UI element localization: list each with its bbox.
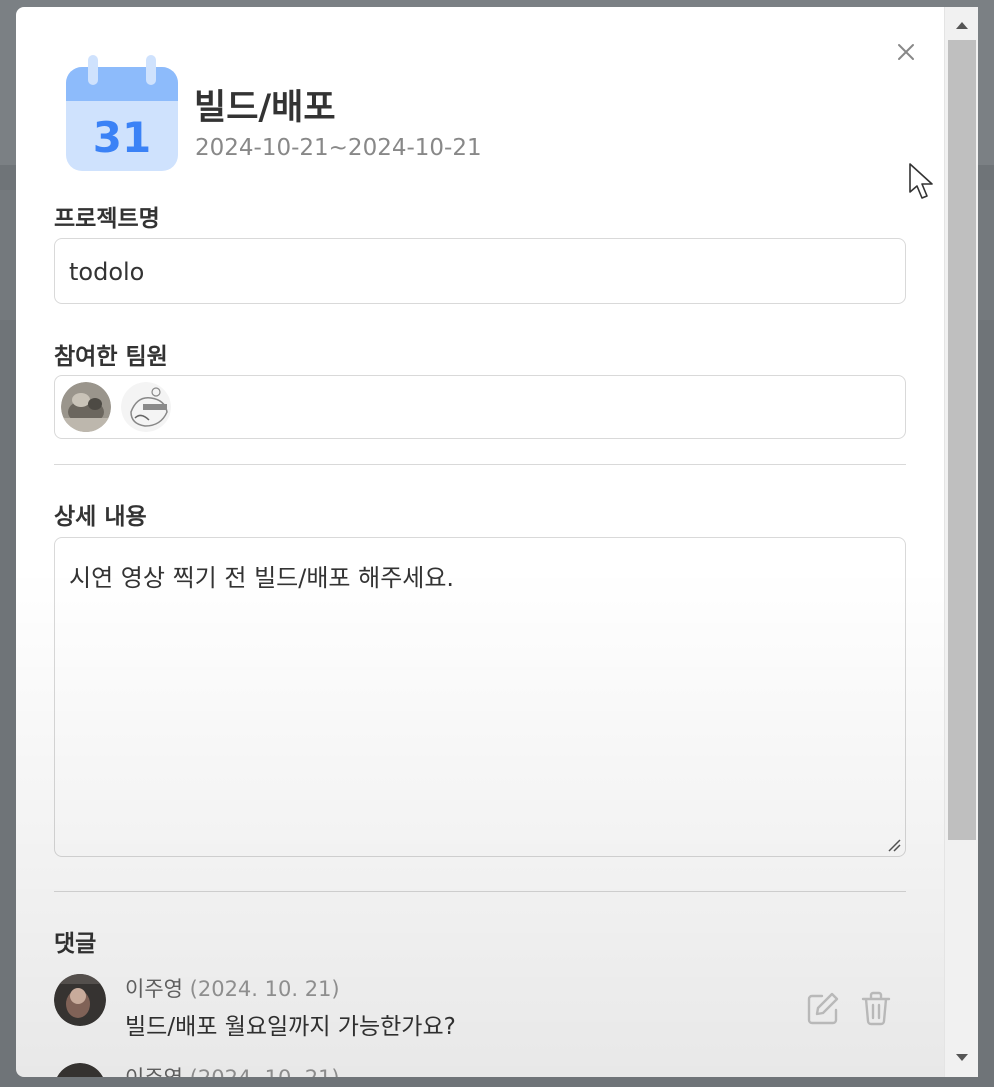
mouse-cursor-icon xyxy=(908,162,936,202)
comment-text: 빌드/배포 월요일까지 가능한가요? xyxy=(125,1014,456,1040)
schedule-detail-modal: 31 빌드/배포 2024-10-21~2024-10-21 프로젝트명 tod… xyxy=(16,7,978,1077)
divider xyxy=(54,464,906,465)
edit-comment-button[interactable] xyxy=(806,990,840,1026)
close-button[interactable] xyxy=(894,40,918,64)
details-textarea[interactable]: 시연 영상 찍기 전 빌드/배포 해주세요. xyxy=(54,537,906,857)
chevron-down-icon xyxy=(956,1054,968,1061)
close-icon xyxy=(898,44,914,60)
comment-date: (2024. 10. 21) xyxy=(190,1066,340,1077)
modal-title: 빌드/배포 xyxy=(194,88,336,128)
comment-header: 이주영 (2024. 10. 21) xyxy=(125,1062,340,1077)
comment-header: 이주영 (2024. 10. 21) xyxy=(125,973,340,1003)
scrollbar-thumb[interactable] xyxy=(948,40,976,840)
comments-label: 댓글 xyxy=(54,931,97,957)
chevron-up-icon xyxy=(956,22,968,29)
member-avatar-1[interactable] xyxy=(61,382,111,432)
edit-icon xyxy=(807,992,839,1025)
details-label: 상세 내용 xyxy=(54,504,147,530)
delete-comment-button[interactable] xyxy=(859,990,893,1026)
scroll-up-button[interactable] xyxy=(954,17,970,31)
calendar-icon: 31 xyxy=(64,55,180,173)
project-name-value: todolo xyxy=(69,258,145,286)
divider xyxy=(54,891,906,892)
member-avatar-2[interactable] xyxy=(121,382,171,432)
scroll-down-button[interactable] xyxy=(954,1050,970,1064)
project-name-field[interactable]: todolo xyxy=(54,238,906,304)
project-label: 프로젝트명 xyxy=(54,206,160,232)
members-label: 참여한 팀원 xyxy=(54,344,168,370)
comment-author: 이주영 xyxy=(125,1066,183,1077)
calendar-day: 31 xyxy=(92,113,152,162)
comment-avatar xyxy=(54,974,106,1026)
trash-icon xyxy=(861,991,891,1026)
comment-author: 이주영 xyxy=(125,977,183,1001)
resize-grip-icon[interactable] xyxy=(885,836,901,852)
details-value: 시연 영상 찍기 전 빌드/배포 해주세요. xyxy=(69,564,455,592)
scrollbar[interactable] xyxy=(944,7,978,1077)
members-field xyxy=(54,375,906,439)
comment-avatar xyxy=(54,1063,106,1077)
comment-date: (2024. 10. 21) xyxy=(189,977,340,1001)
date-range: 2024-10-21~2024-10-21 xyxy=(195,135,482,161)
